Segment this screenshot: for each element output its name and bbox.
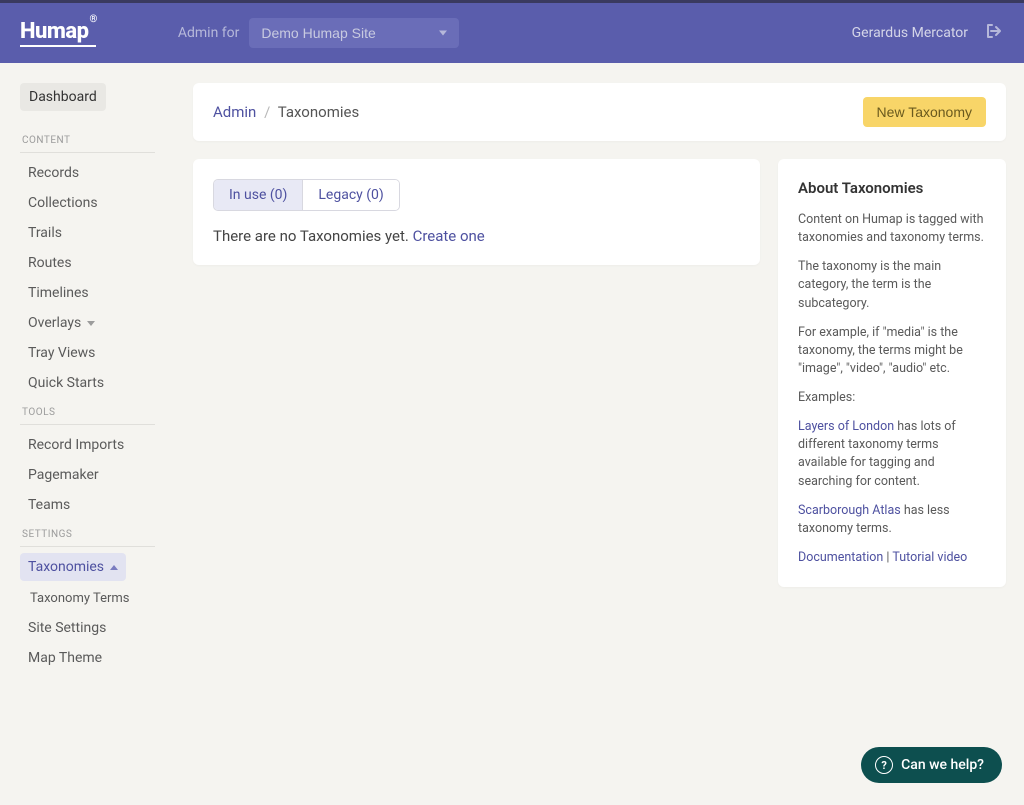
sidebar-item-taxonomies[interactable]: Taxonomies: [20, 553, 126, 581]
admin-for-label: Admin for: [178, 25, 240, 41]
tab-in-use[interactable]: In use (0): [214, 180, 303, 210]
breadcrumb-admin[interactable]: Admin: [213, 103, 256, 121]
tab-legacy[interactable]: Legacy (0): [303, 180, 398, 210]
sidebar-item-timelines[interactable]: Timelines: [20, 279, 175, 307]
sidebar-heading-tools: TOOLS: [22, 407, 175, 418]
about-example-2: Scarborough Atlas has less taxonomy term…: [798, 502, 986, 538]
sidebar-item-collections[interactable]: Collections: [20, 189, 175, 217]
about-examples-label: Examples:: [798, 389, 986, 407]
sidebar-item-overlays[interactable]: Overlays: [20, 309, 175, 337]
empty-message: There are no Taxonomies yet. Create one: [213, 227, 740, 245]
help-icon: ?: [875, 756, 893, 774]
help-widget[interactable]: ? Can we help?: [861, 747, 1002, 783]
sidebar-item-tray-views[interactable]: Tray Views: [20, 339, 175, 367]
documentation-link[interactable]: Documentation: [798, 550, 883, 565]
create-one-link[interactable]: Create one: [413, 227, 485, 245]
logout-icon[interactable]: [986, 23, 1004, 43]
divider: [20, 546, 155, 547]
tutorial-video-link[interactable]: Tutorial video: [892, 550, 967, 565]
about-p1: Content on Humap is tagged with taxonomi…: [798, 211, 986, 247]
about-title: About Taxonomies: [798, 179, 986, 197]
sidebar: Dashboard CONTENT Records Collections Tr…: [0, 63, 175, 674]
sidebar-item-dashboard[interactable]: Dashboard: [20, 83, 106, 111]
sidebar-heading-settings: SETTINGS: [22, 529, 175, 540]
sidebar-item-records[interactable]: Records: [20, 159, 175, 187]
about-example-1: Layers of London has lots of different t…: [798, 418, 986, 491]
layers-of-london-link[interactable]: Layers of London: [798, 419, 894, 434]
help-label: Can we help?: [901, 757, 984, 773]
scarborough-atlas-link[interactable]: Scarborough Atlas: [798, 503, 901, 518]
sidebar-item-trails[interactable]: Trails: [20, 219, 175, 247]
breadcrumb-sep: /: [264, 103, 270, 121]
sidebar-item-pagemaker[interactable]: Pagemaker: [20, 461, 175, 489]
breadcrumb: Admin / Taxonomies: [213, 103, 359, 121]
site-select[interactable]: Demo Humap Site: [249, 18, 459, 48]
sidebar-item-routes[interactable]: Routes: [20, 249, 175, 277]
divider: [20, 152, 155, 153]
about-p2: The taxonomy is the main category, the t…: [798, 258, 986, 312]
about-panel: About Taxonomies Content on Humap is tag…: [778, 159, 1006, 587]
tabs: In use (0) Legacy (0): [213, 179, 400, 211]
breadcrumb-current: Taxonomies: [278, 103, 359, 121]
logo[interactable]: Humap®: [20, 19, 96, 47]
sidebar-item-quick-starts[interactable]: Quick Starts: [20, 369, 175, 397]
sidebar-heading-content: CONTENT: [22, 135, 175, 146]
app-header: Humap® Admin for Demo Humap Site Gerardu…: [0, 3, 1024, 63]
breadcrumb-bar: Admin / Taxonomies New Taxonomy: [193, 83, 1006, 141]
sidebar-item-site-settings[interactable]: Site Settings: [20, 614, 175, 642]
sidebar-item-map-theme[interactable]: Map Theme: [20, 644, 175, 672]
about-p3: For example, if "media" is the taxonomy,…: [798, 324, 986, 378]
about-docs: Documentation | Tutorial video: [798, 549, 986, 567]
divider: [20, 424, 155, 425]
sidebar-item-record-imports[interactable]: Record Imports: [20, 431, 175, 459]
sidebar-item-taxonomy-terms[interactable]: Taxonomy Terms: [20, 585, 175, 612]
username[interactable]: Gerardus Mercator: [852, 25, 968, 41]
main-panel: In use (0) Legacy (0) There are no Taxon…: [193, 159, 760, 265]
sidebar-item-teams[interactable]: Teams: [20, 491, 175, 519]
new-taxonomy-button[interactable]: New Taxonomy: [863, 97, 986, 127]
